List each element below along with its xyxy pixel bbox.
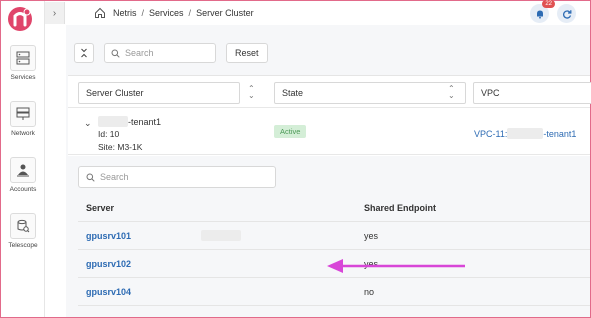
- bell-icon: [536, 10, 543, 19]
- sidebar: Services Network Accounts Telescope: [1, 1, 45, 317]
- chevron-right-icon: ›: [52, 7, 57, 19]
- top-header: Netris / Services / Server Cluster 22: [66, 0, 590, 25]
- sort-icon[interactable]: ⌃ ⌄: [448, 85, 455, 100]
- shared-endpoint-value: yes: [364, 230, 379, 241]
- sidebar-item-label: Services: [10, 74, 36, 81]
- server-icon: [10, 45, 36, 71]
- sort-icon[interactable]: ⌃ ⌄: [248, 85, 255, 100]
- filter-server-cluster[interactable]: Server Cluster: [78, 82, 240, 104]
- server-link[interactable]: gpusrv102: [86, 259, 131, 269]
- sidebar-item-services[interactable]: Services: [1, 45, 45, 81]
- breadcrumb-services[interactable]: Services: [149, 8, 184, 18]
- server-cluster-table: Server Cluster ⌃ ⌄ State ⌃ ⌄ VPC ⌄ -tenant…: [68, 75, 591, 317]
- network-icon: [10, 101, 36, 127]
- server-link[interactable]: gpusrv104: [86, 287, 131, 297]
- sidebar-item-accounts[interactable]: Accounts: [1, 157, 45, 193]
- column-filters: Server Cluster ⌃ ⌄ State ⌃ ⌄ VPC: [78, 82, 591, 104]
- account-icon: [10, 157, 36, 183]
- search-placeholder: Search: [100, 172, 129, 182]
- cluster-id: Id: 10: [98, 129, 120, 139]
- vpc-link[interactable]: VPC-11: -tenant1: [474, 128, 576, 139]
- search-icon: [86, 173, 95, 182]
- table-row: gpusrv104 no: [78, 278, 590, 306]
- chevron-down-icon[interactable]: ⌄: [84, 118, 92, 129]
- redacted-text: [507, 128, 544, 139]
- servers-table: Server Shared Endpoint gpusrv101 yes gpu…: [78, 194, 590, 306]
- sidebar-item-label: Network: [11, 130, 35, 137]
- breadcrumb-separator: /: [141, 8, 145, 18]
- breadcrumb: Netris / Services / Server Cluster: [66, 7, 254, 19]
- cluster-site: Site: M3-1K: [98, 142, 143, 152]
- sidebar-item-label: Accounts: [9, 186, 37, 193]
- home-icon[interactable]: [94, 7, 106, 19]
- search-input[interactable]: Search: [104, 43, 216, 63]
- toolbar: Search Reset: [74, 43, 268, 63]
- sidebar-item-label: Telescope: [8, 242, 38, 249]
- shared-endpoint-value: no: [364, 286, 375, 297]
- sidebar-item-network[interactable]: Network: [1, 101, 45, 137]
- telescope-icon: [10, 213, 36, 239]
- filter-vpc[interactable]: VPC: [473, 82, 591, 104]
- server-search-input[interactable]: Search: [78, 166, 276, 188]
- annotation-arrow-icon: [327, 259, 465, 273]
- server-link[interactable]: gpusrv101: [86, 231, 131, 241]
- table-header: Server Shared Endpoint: [78, 194, 590, 222]
- table-row: gpusrv101 yes: [78, 222, 590, 250]
- reset-button[interactable]: Reset: [226, 43, 268, 63]
- netris-logo[interactable]: [7, 6, 33, 32]
- refresh-button[interactable]: [557, 4, 576, 23]
- search-icon: [111, 49, 120, 58]
- filter-state[interactable]: State: [274, 82, 466, 104]
- redacted-text: [98, 116, 128, 127]
- collapse-icon: [81, 48, 87, 58]
- breadcrumb-server-cluster: Server Cluster: [196, 8, 254, 18]
- sidebar-toggle-button[interactable]: ›: [45, 2, 65, 24]
- cluster-name: -tenant1: [98, 116, 161, 127]
- servers-subtable: Search Server Shared Endpoint gpusrv101 …: [68, 156, 590, 317]
- collapse-all-button[interactable]: [74, 43, 94, 63]
- breadcrumb-netris[interactable]: Netris: [113, 8, 137, 18]
- refresh-icon: [562, 9, 571, 19]
- column-header-shared-endpoint[interactable]: Shared Endpoint: [356, 203, 436, 213]
- status-badge: Active: [274, 125, 307, 138]
- table-row[interactable]: ⌄ -tenant1 Id: 10 Site: M3-1K Active VPC…: [68, 107, 590, 155]
- sidebar-item-telescope[interactable]: Telescope: [1, 213, 45, 249]
- notification-badge: 22: [542, 0, 555, 8]
- search-placeholder: Search: [125, 48, 154, 58]
- notifications-button[interactable]: 22: [530, 0, 555, 23]
- redacted-text: [201, 230, 242, 241]
- breadcrumb-separator: /: [188, 8, 192, 18]
- column-header-server[interactable]: Server: [78, 203, 356, 213]
